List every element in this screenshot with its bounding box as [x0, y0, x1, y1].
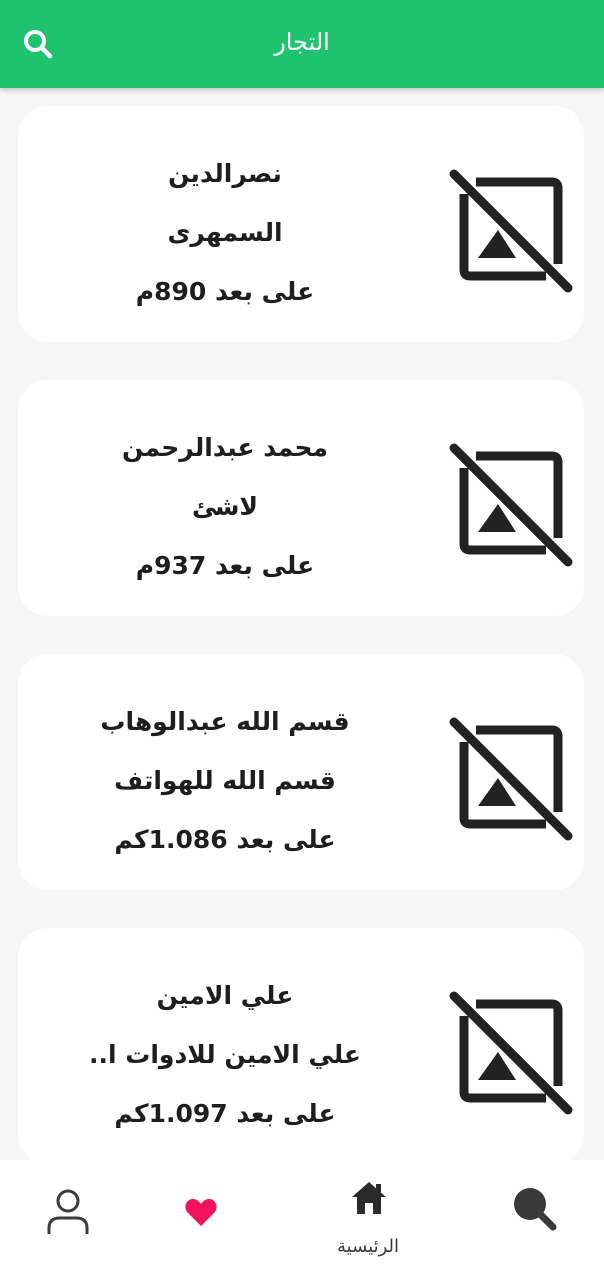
merchant-shop: علي الامين للادوات ا.. [88, 1040, 362, 1069]
merchant-distance: على بعد 890م [135, 277, 315, 306]
heart-icon [185, 1199, 217, 1226]
merchant-card[interactable]: قسم الله عبدالوهاب قسم الله للهواتف على … [18, 654, 584, 890]
home-icon [352, 1182, 386, 1214]
merchant-name: نصرالدين [168, 159, 282, 188]
merchant-card[interactable]: علي الامين علي الامين للادوات ا.. على بع… [18, 928, 584, 1160]
page-title: التجار [274, 28, 330, 56]
image-not-supported-icon [449, 443, 573, 567]
nav-search[interactable] [476, 1160, 596, 1280]
merchant-name: محمد عبدالرحمن [122, 433, 328, 462]
merchant-info: قسم الله عبدالوهاب قسم الله للهواتف على … [30, 704, 420, 881]
merchant-info: علي الامين علي الامين للادوات ا.. على بع… [30, 978, 420, 1155]
merchant-shop: قسم الله للهواتف [114, 766, 336, 795]
merchant-card[interactable]: محمد عبدالرحمن لاشئ على بعد 937م [18, 380, 584, 616]
merchant-card[interactable]: نصرالدين السمهرى على بعد 890م [18, 106, 584, 342]
app-bar: التجار [0, 0, 604, 88]
merchant-shop: السمهرى [167, 218, 283, 247]
search-icon [514, 1188, 557, 1231]
person-icon [47, 1189, 89, 1234]
nav-home[interactable]: الرئيسية [308, 1160, 428, 1280]
merchant-distance: على بعد 1.086كم [114, 825, 336, 854]
merchant-name: علي الامين [156, 981, 294, 1010]
merchant-info: نصرالدين السمهرى على بعد 890م [30, 156, 420, 333]
image-not-supported-icon [449, 991, 573, 1115]
nav-profile[interactable] [8, 1160, 128, 1280]
nav-favorites[interactable] [142, 1160, 262, 1280]
merchant-info: محمد عبدالرحمن لاشئ على بعد 937م [30, 430, 420, 607]
merchant-name: قسم الله عبدالوهاب [100, 707, 350, 736]
merchant-shop: لاشئ [191, 492, 259, 521]
merchant-distance: على بعد 1.097كم [114, 1099, 336, 1128]
nav-home-label: الرئيسية [337, 1236, 399, 1257]
merchant-distance: على بعد 937م [135, 551, 315, 580]
bottom-navigation: الرئيسية [0, 1160, 604, 1280]
image-not-supported-icon [449, 717, 573, 841]
image-not-supported-icon [449, 169, 573, 293]
merchant-list[interactable]: نصرالدين السمهرى على بعد 890م محمد عبدال… [0, 88, 604, 1160]
